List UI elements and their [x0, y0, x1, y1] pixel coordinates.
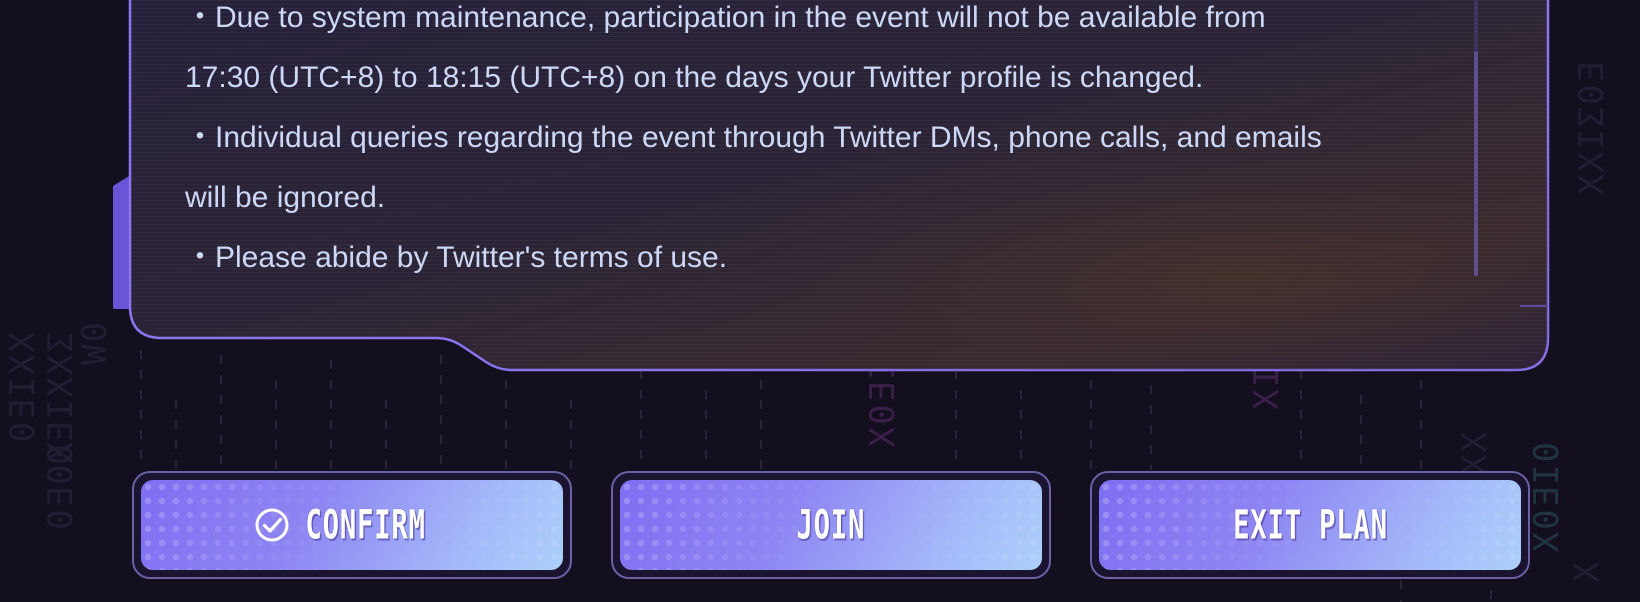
exit-plan-button-label: EXIT PLAN: [1232, 501, 1388, 549]
join-button-face[interactable]: JOIN: [618, 478, 1044, 572]
confirm-button[interactable]: CONFIRM: [132, 471, 572, 579]
join-button[interactable]: JOIN: [611, 471, 1051, 579]
confirm-button-label: CONFIRM: [305, 501, 427, 549]
notice-line: ・Due to system maintenance, participatio…: [185, 1, 1266, 34]
notice-line: ・Please abide by Twitter's terms of use.: [185, 241, 728, 274]
notice-line: will be ignored.: [185, 181, 386, 214]
exit-plan-button-face[interactable]: EXIT PLAN: [1097, 478, 1523, 572]
notice-scrollbar-thumb[interactable]: [1474, 0, 1478, 52]
exit-plan-button[interactable]: EXIT PLAN: [1090, 471, 1530, 579]
join-button-label: JOIN: [796, 501, 866, 549]
check-circle-icon: [255, 508, 289, 542]
notice-text: ・Due to system maintenance, participatio…: [185, 0, 1425, 288]
notice-line: 17:30 (UTC+8) to 18:15 (UTC+8) on the da…: [185, 61, 1204, 94]
confirm-button-content: CONFIRM: [254, 501, 449, 549]
notice-line: ・Individual queries regarding the event …: [185, 121, 1322, 154]
confirm-button-face[interactable]: CONFIRM: [139, 478, 565, 572]
